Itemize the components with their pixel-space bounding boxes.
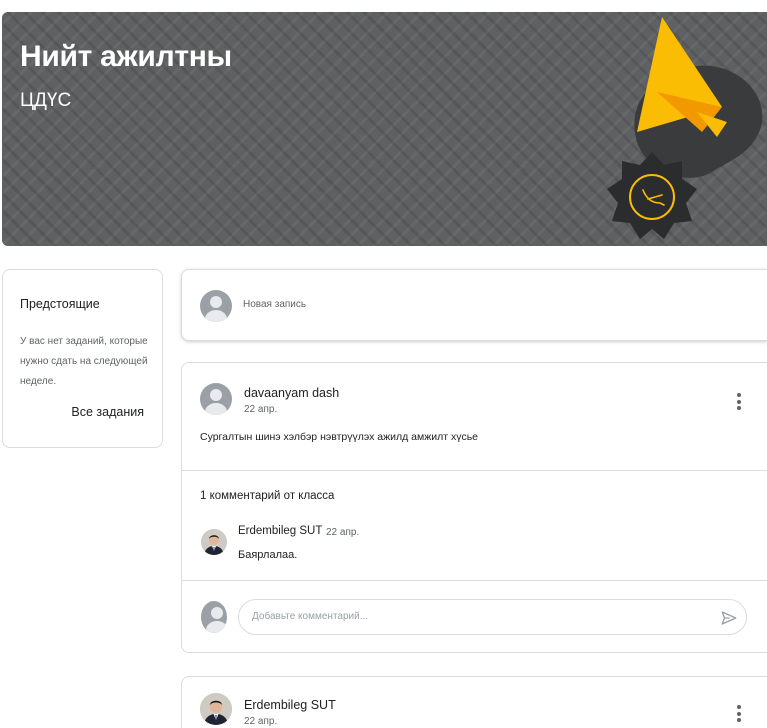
account-circle-icon xyxy=(200,383,232,415)
post-author: davaanyam dash xyxy=(244,386,340,400)
avatar xyxy=(200,693,232,725)
post-author: Erdembileg SUT xyxy=(244,698,336,712)
banner-illustration-icon xyxy=(607,17,763,239)
more-vert-icon[interactable] xyxy=(737,705,741,725)
upcoming-empty-text: У вас нет заданий, которые нужно сдать н… xyxy=(20,336,148,387)
account-circle-icon xyxy=(201,601,227,633)
class-title[interactable]: Нийт ажилтны xyxy=(20,40,232,74)
view-all-assignments-link[interactable]: Все задания xyxy=(71,405,144,419)
post-date: 22 апр. xyxy=(244,404,278,415)
comment-text: Баярлалаа. xyxy=(238,549,298,561)
upcoming-title: Предстоящие xyxy=(20,297,100,311)
comment-placeholder: Добавьте комментарий... xyxy=(252,611,369,622)
more-vert-icon[interactable] xyxy=(737,393,741,413)
avatar xyxy=(201,529,227,555)
class-comments-link[interactable]: 1 комментарий от класса xyxy=(200,490,334,502)
class-banner: Нийт ажилтны ЦДҮС xyxy=(2,12,767,246)
new-post-placeholder[interactable]: Новая запись xyxy=(243,299,306,310)
comment-date: 22 апр. xyxy=(326,527,360,538)
send-icon[interactable] xyxy=(720,609,738,627)
post-date: 22 апр. xyxy=(244,716,278,727)
new-post-box[interactable]: Новая запись xyxy=(181,269,767,341)
comment-divider xyxy=(182,580,767,581)
account-circle-icon xyxy=(200,290,232,322)
comment-author: Erdembileg SUT xyxy=(238,525,323,537)
post-divider xyxy=(182,470,767,471)
class-section: ЦДҮС xyxy=(20,90,72,111)
comment-input[interactable]: Добавьте комментарий... xyxy=(238,599,747,635)
stream-post: Erdembileg SUT 22 апр. xyxy=(181,676,767,728)
upcoming-card: Предстоящие У вас нет заданий, которые н… xyxy=(2,269,163,448)
stream-post: davaanyam dash 22 апр. Сургалтын шинэ хэ… xyxy=(181,362,767,653)
post-body: Сургалтын шинэ хэлбэр нэвтрүүлэх ажилд а… xyxy=(200,431,479,443)
